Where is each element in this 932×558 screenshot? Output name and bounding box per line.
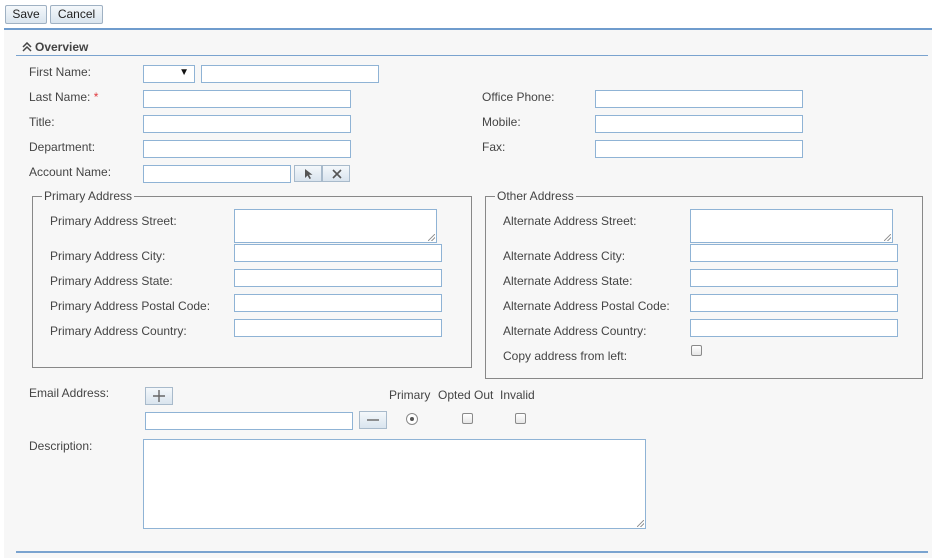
account-name-input[interactable] <box>143 165 291 183</box>
office-phone-label: Office Phone: <box>482 90 555 104</box>
mobile-label: Mobile: <box>482 115 521 129</box>
email-primary-header: Primary <box>389 388 431 402</box>
mobile-input[interactable] <box>595 115 803 133</box>
email-opted-out-header: Opted Out <box>438 388 494 402</box>
select-account-button[interactable] <box>294 165 322 182</box>
department-label: Department: <box>29 140 96 154</box>
alternate-state-label: Alternate Address State: <box>503 274 633 288</box>
office-phone-input[interactable] <box>595 90 803 108</box>
primary-street-label: Primary Address Street: <box>50 214 177 228</box>
minus-icon <box>367 419 379 421</box>
description-label: Description: <box>29 439 93 453</box>
cancel-button[interactable]: Cancel <box>50 5 103 24</box>
department-input[interactable] <box>143 140 351 158</box>
fax-label: Fax: <box>482 140 506 154</box>
email-opted-out-checkbox[interactable] <box>462 413 473 424</box>
resize-grip-icon[interactable] <box>884 234 891 241</box>
primary-state-input[interactable] <box>234 269 442 287</box>
email-primary-radio[interactable] <box>406 413 418 425</box>
arrow-cursor-icon <box>305 169 313 179</box>
panel-title: Overview <box>35 40 89 54</box>
save-button[interactable]: Save <box>5 5 47 24</box>
account-name-label: Account Name: <box>29 165 112 179</box>
double-chevron-up-icon <box>22 42 32 52</box>
first-name-input[interactable] <box>201 65 379 83</box>
plus-icon <box>153 390 165 402</box>
email-address-label: Email Address: <box>29 386 110 400</box>
email-invalid-header: Invalid <box>500 388 535 402</box>
resize-grip-icon[interactable] <box>428 234 435 241</box>
required-marker: * <box>93 90 99 104</box>
alternate-postal-label: Alternate Address Postal Code: <box>503 299 670 313</box>
alternate-country-input[interactable] <box>690 319 898 337</box>
alternate-street-label: Alternate Address Street: <box>503 214 637 228</box>
salutation-select[interactable]: ▼ <box>143 65 195 83</box>
alternate-city-input[interactable] <box>690 244 898 262</box>
primary-country-label: Primary Address Country: <box>50 324 187 338</box>
add-email-button[interactable] <box>145 387 173 405</box>
overview-panel-header[interactable]: Overview <box>22 39 88 55</box>
primary-city-label: Primary Address City: <box>50 249 166 263</box>
fax-input[interactable] <box>595 140 803 158</box>
clear-account-button[interactable] <box>322 165 350 182</box>
email-input[interactable] <box>145 412 353 430</box>
close-icon <box>332 169 342 179</box>
remove-email-button[interactable] <box>359 411 387 429</box>
alternate-country-label: Alternate Address Country: <box>503 324 647 338</box>
copy-address-label: Copy address from left: <box>503 349 628 363</box>
alternate-street-textarea[interactable] <box>690 209 893 243</box>
alternate-postal-input[interactable] <box>690 294 898 312</box>
primary-street-textarea[interactable] <box>234 209 437 243</box>
primary-state-label: Primary Address State: <box>50 274 173 288</box>
primary-city-input[interactable] <box>234 244 442 262</box>
description-textarea[interactable] <box>143 439 646 529</box>
primary-address-legend: Primary Address <box>42 189 135 203</box>
primary-country-input[interactable] <box>234 319 442 337</box>
email-invalid-checkbox[interactable] <box>515 413 526 424</box>
primary-postal-label: Primary Address Postal Code: <box>50 299 211 313</box>
title-label: Title: <box>29 115 55 129</box>
last-name-input[interactable] <box>143 90 351 108</box>
panel-header-divider <box>16 55 928 56</box>
alternate-city-label: Alternate Address City: <box>503 249 626 263</box>
first-name-label: First Name: <box>29 65 92 79</box>
primary-postal-input[interactable] <box>234 294 442 312</box>
title-input[interactable] <box>143 115 351 133</box>
copy-address-checkbox[interactable] <box>691 345 702 356</box>
panel-bottom-divider <box>16 551 928 553</box>
chevron-down-icon: ▼ <box>179 67 189 78</box>
alternate-state-input[interactable] <box>690 269 898 287</box>
resize-grip-icon[interactable] <box>637 520 644 527</box>
last-name-label-text: Last Name: <box>29 90 91 104</box>
other-address-legend: Other Address <box>495 189 576 203</box>
last-name-label: Last Name: * <box>29 90 98 104</box>
